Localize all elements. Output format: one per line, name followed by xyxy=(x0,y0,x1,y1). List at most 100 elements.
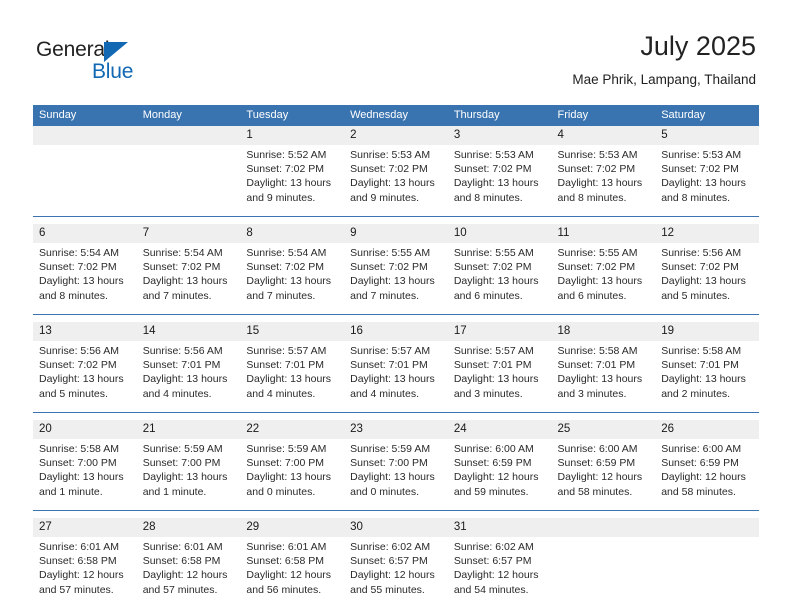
day-cell[interactable]: Sunrise: 5:57 AM Sunset: 7:01 PM Dayligh… xyxy=(447,341,552,413)
day-cell[interactable]: Sunrise: 5:54 AM Sunset: 7:02 PM Dayligh… xyxy=(240,243,345,315)
sunrise-text: Sunrise: 5:55 AM xyxy=(350,247,431,259)
day-cell[interactable]: Sunrise: 5:55 AM Sunset: 7:02 PM Dayligh… xyxy=(551,243,656,315)
day-cell[interactable]: Sunrise: 5:56 AM Sunset: 7:02 PM Dayligh… xyxy=(655,243,759,315)
day-cell[interactable]: Sunrise: 6:00 AM Sunset: 6:59 PM Dayligh… xyxy=(655,439,759,511)
daylight-text-line2: and 58 minutes. xyxy=(557,485,633,498)
sunset-text: Sunset: 6:58 PM xyxy=(246,555,325,568)
daylight-text-line2: and 59 minutes. xyxy=(453,485,529,498)
sunrise-text: Sunrise: 5:54 AM xyxy=(142,247,223,259)
day-number: 18 xyxy=(551,322,656,341)
day-cell[interactable]: Sunrise: 5:59 AM Sunset: 7:00 PM Dayligh… xyxy=(136,439,241,511)
daylight-text-line1: Daylight: 13 hours xyxy=(142,471,228,484)
day-cell[interactable] xyxy=(655,537,759,608)
sunrise-text: Sunrise: 5:53 AM xyxy=(661,149,742,161)
day-cell[interactable]: Sunrise: 5:56 AM Sunset: 7:02 PM Dayligh… xyxy=(33,341,137,413)
sunrise-text: Sunrise: 5:58 AM xyxy=(39,443,119,455)
day-number: 3 xyxy=(447,126,552,145)
sunset-text: Sunset: 7:01 PM xyxy=(661,359,739,372)
day-number: 23 xyxy=(344,420,448,439)
day-cell[interactable]: Sunrise: 5:54 AM Sunset: 7:02 PM Dayligh… xyxy=(136,243,241,315)
day-number: 9 xyxy=(344,224,448,243)
sunrise-text: Sunrise: 5:53 AM xyxy=(350,149,431,161)
sunrise-text: Sunrise: 5:54 AM xyxy=(39,247,119,259)
daylight-text-line2: and 8 minutes. xyxy=(661,191,731,204)
sunset-text: Sunset: 7:01 PM xyxy=(142,359,221,372)
daylight-text-line1: Daylight: 13 hours xyxy=(39,275,124,288)
day-cell[interactable]: Sunrise: 6:01 AM Sunset: 6:58 PM Dayligh… xyxy=(240,537,345,608)
daylight-text-line2: and 5 minutes. xyxy=(39,387,108,400)
day-cell[interactable]: Sunrise: 5:56 AM Sunset: 7:01 PM Dayligh… xyxy=(136,341,241,413)
day-number: 14 xyxy=(136,322,241,341)
daylight-text-line2: and 2 minutes. xyxy=(661,387,731,400)
week-4-info-row: Sunrise: 5:58 AM Sunset: 7:00 PM Dayligh… xyxy=(33,439,759,511)
sunset-text: Sunset: 7:00 PM xyxy=(39,457,117,470)
sunset-text: Sunset: 7:00 PM xyxy=(246,457,325,470)
day-cell[interactable]: Sunrise: 5:57 AM Sunset: 7:01 PM Dayligh… xyxy=(240,341,345,413)
daylight-text-line1: Daylight: 13 hours xyxy=(557,275,643,288)
day-cell[interactable]: Sunrise: 6:01 AM Sunset: 6:58 PM Dayligh… xyxy=(136,537,241,608)
day-cell[interactable]: Sunrise: 5:55 AM Sunset: 7:02 PM Dayligh… xyxy=(344,243,448,315)
day-cell[interactable]: Sunrise: 6:02 AM Sunset: 6:57 PM Dayligh… xyxy=(344,537,448,608)
day-cell[interactable]: Sunrise: 5:52 AM Sunset: 7:02 PM Dayligh… xyxy=(240,145,345,217)
sunrise-text: Sunrise: 5:53 AM xyxy=(557,149,638,161)
sunset-text: Sunset: 6:59 PM xyxy=(453,457,532,470)
day-cell[interactable]: Sunrise: 5:53 AM Sunset: 7:02 PM Dayligh… xyxy=(447,145,552,217)
day-cell[interactable]: Sunrise: 5:57 AM Sunset: 7:01 PM Dayligh… xyxy=(344,341,448,413)
weekday-header-wednesday: Wednesday xyxy=(344,105,448,126)
weekday-header-thursday: Thursday xyxy=(447,105,552,126)
day-cell[interactable] xyxy=(136,145,241,217)
day-cell[interactable]: Sunrise: 6:00 AM Sunset: 6:59 PM Dayligh… xyxy=(551,439,656,511)
day-cell[interactable]: Sunrise: 5:59 AM Sunset: 7:00 PM Dayligh… xyxy=(344,439,448,511)
day-number: 15 xyxy=(240,322,345,341)
daylight-text-line1: Daylight: 13 hours xyxy=(661,373,746,386)
daylight-text-line1: Daylight: 13 hours xyxy=(246,177,332,190)
sunset-text: Sunset: 7:02 PM xyxy=(350,261,428,274)
daylight-text-line2: and 8 minutes. xyxy=(39,289,108,302)
calendar-page: General Blue July 2025 Mae Phrik, Lampan… xyxy=(0,0,792,612)
day-cell[interactable]: Sunrise: 6:00 AM Sunset: 6:59 PM Dayligh… xyxy=(447,439,552,511)
daylight-text-line2: and 56 minutes. xyxy=(246,583,322,596)
daylight-text-line1: Daylight: 13 hours xyxy=(350,275,435,288)
daylight-text-line2: and 7 minutes. xyxy=(350,289,419,302)
sunrise-text: Sunrise: 6:02 AM xyxy=(350,541,431,553)
daylight-text-line2: and 1 minute. xyxy=(142,485,207,498)
daylight-text-line1: Daylight: 13 hours xyxy=(142,373,228,386)
day-cell[interactable]: Sunrise: 5:54 AM Sunset: 7:02 PM Dayligh… xyxy=(33,243,137,315)
day-cell[interactable] xyxy=(551,537,656,608)
sunrise-text: Sunrise: 5:55 AM xyxy=(453,247,534,259)
day-number: 2 xyxy=(344,126,448,145)
sunrise-text: Sunrise: 6:02 AM xyxy=(453,541,534,553)
day-number: 19 xyxy=(655,322,759,341)
sunset-text: Sunset: 7:02 PM xyxy=(453,261,532,274)
day-number: 12 xyxy=(655,224,759,243)
daylight-text-line2: and 9 minutes. xyxy=(246,191,316,204)
week-2-date-row: 6 7 8 9 10 11 12 xyxy=(33,224,759,243)
sunrise-text: Sunrise: 5:59 AM xyxy=(246,443,327,455)
day-cell[interactable]: Sunrise: 5:55 AM Sunset: 7:02 PM Dayligh… xyxy=(447,243,552,315)
week-separator xyxy=(33,216,759,224)
day-cell[interactable]: Sunrise: 5:58 AM Sunset: 7:01 PM Dayligh… xyxy=(655,341,759,413)
day-number: 1 xyxy=(240,126,345,145)
day-cell[interactable]: Sunrise: 5:53 AM Sunset: 7:02 PM Dayligh… xyxy=(655,145,759,217)
sunset-text: Sunset: 7:02 PM xyxy=(246,163,325,176)
day-cell[interactable]: Sunrise: 5:59 AM Sunset: 7:00 PM Dayligh… xyxy=(240,439,345,511)
day-number: 28 xyxy=(136,518,241,537)
day-number: 27 xyxy=(33,518,137,537)
day-cell[interactable] xyxy=(33,145,137,217)
day-cell[interactable]: Sunrise: 5:53 AM Sunset: 7:02 PM Dayligh… xyxy=(344,145,448,217)
day-cell[interactable]: Sunrise: 5:58 AM Sunset: 7:01 PM Dayligh… xyxy=(551,341,656,413)
day-cell[interactable]: Sunrise: 6:01 AM Sunset: 6:58 PM Dayligh… xyxy=(33,537,137,608)
day-cell[interactable]: Sunrise: 6:02 AM Sunset: 6:57 PM Dayligh… xyxy=(447,537,552,608)
sunrise-text: Sunrise: 5:58 AM xyxy=(557,345,638,357)
daylight-text-line2: and 57 minutes. xyxy=(142,583,218,596)
daylight-text-line2: and 4 minutes. xyxy=(246,387,316,400)
day-number: 29 xyxy=(240,518,345,537)
day-number: 17 xyxy=(447,322,552,341)
day-cell[interactable]: Sunrise: 5:53 AM Sunset: 7:02 PM Dayligh… xyxy=(551,145,656,217)
daylight-text-line2: and 1 minute. xyxy=(39,485,103,498)
week-4-date-row: 20 21 22 23 24 25 26 xyxy=(33,420,759,439)
day-cell[interactable]: Sunrise: 5:58 AM Sunset: 7:00 PM Dayligh… xyxy=(33,439,137,511)
day-number: 4 xyxy=(551,126,656,145)
daylight-text-line2: and 3 minutes. xyxy=(453,387,523,400)
sunset-text: Sunset: 6:57 PM xyxy=(453,555,532,568)
